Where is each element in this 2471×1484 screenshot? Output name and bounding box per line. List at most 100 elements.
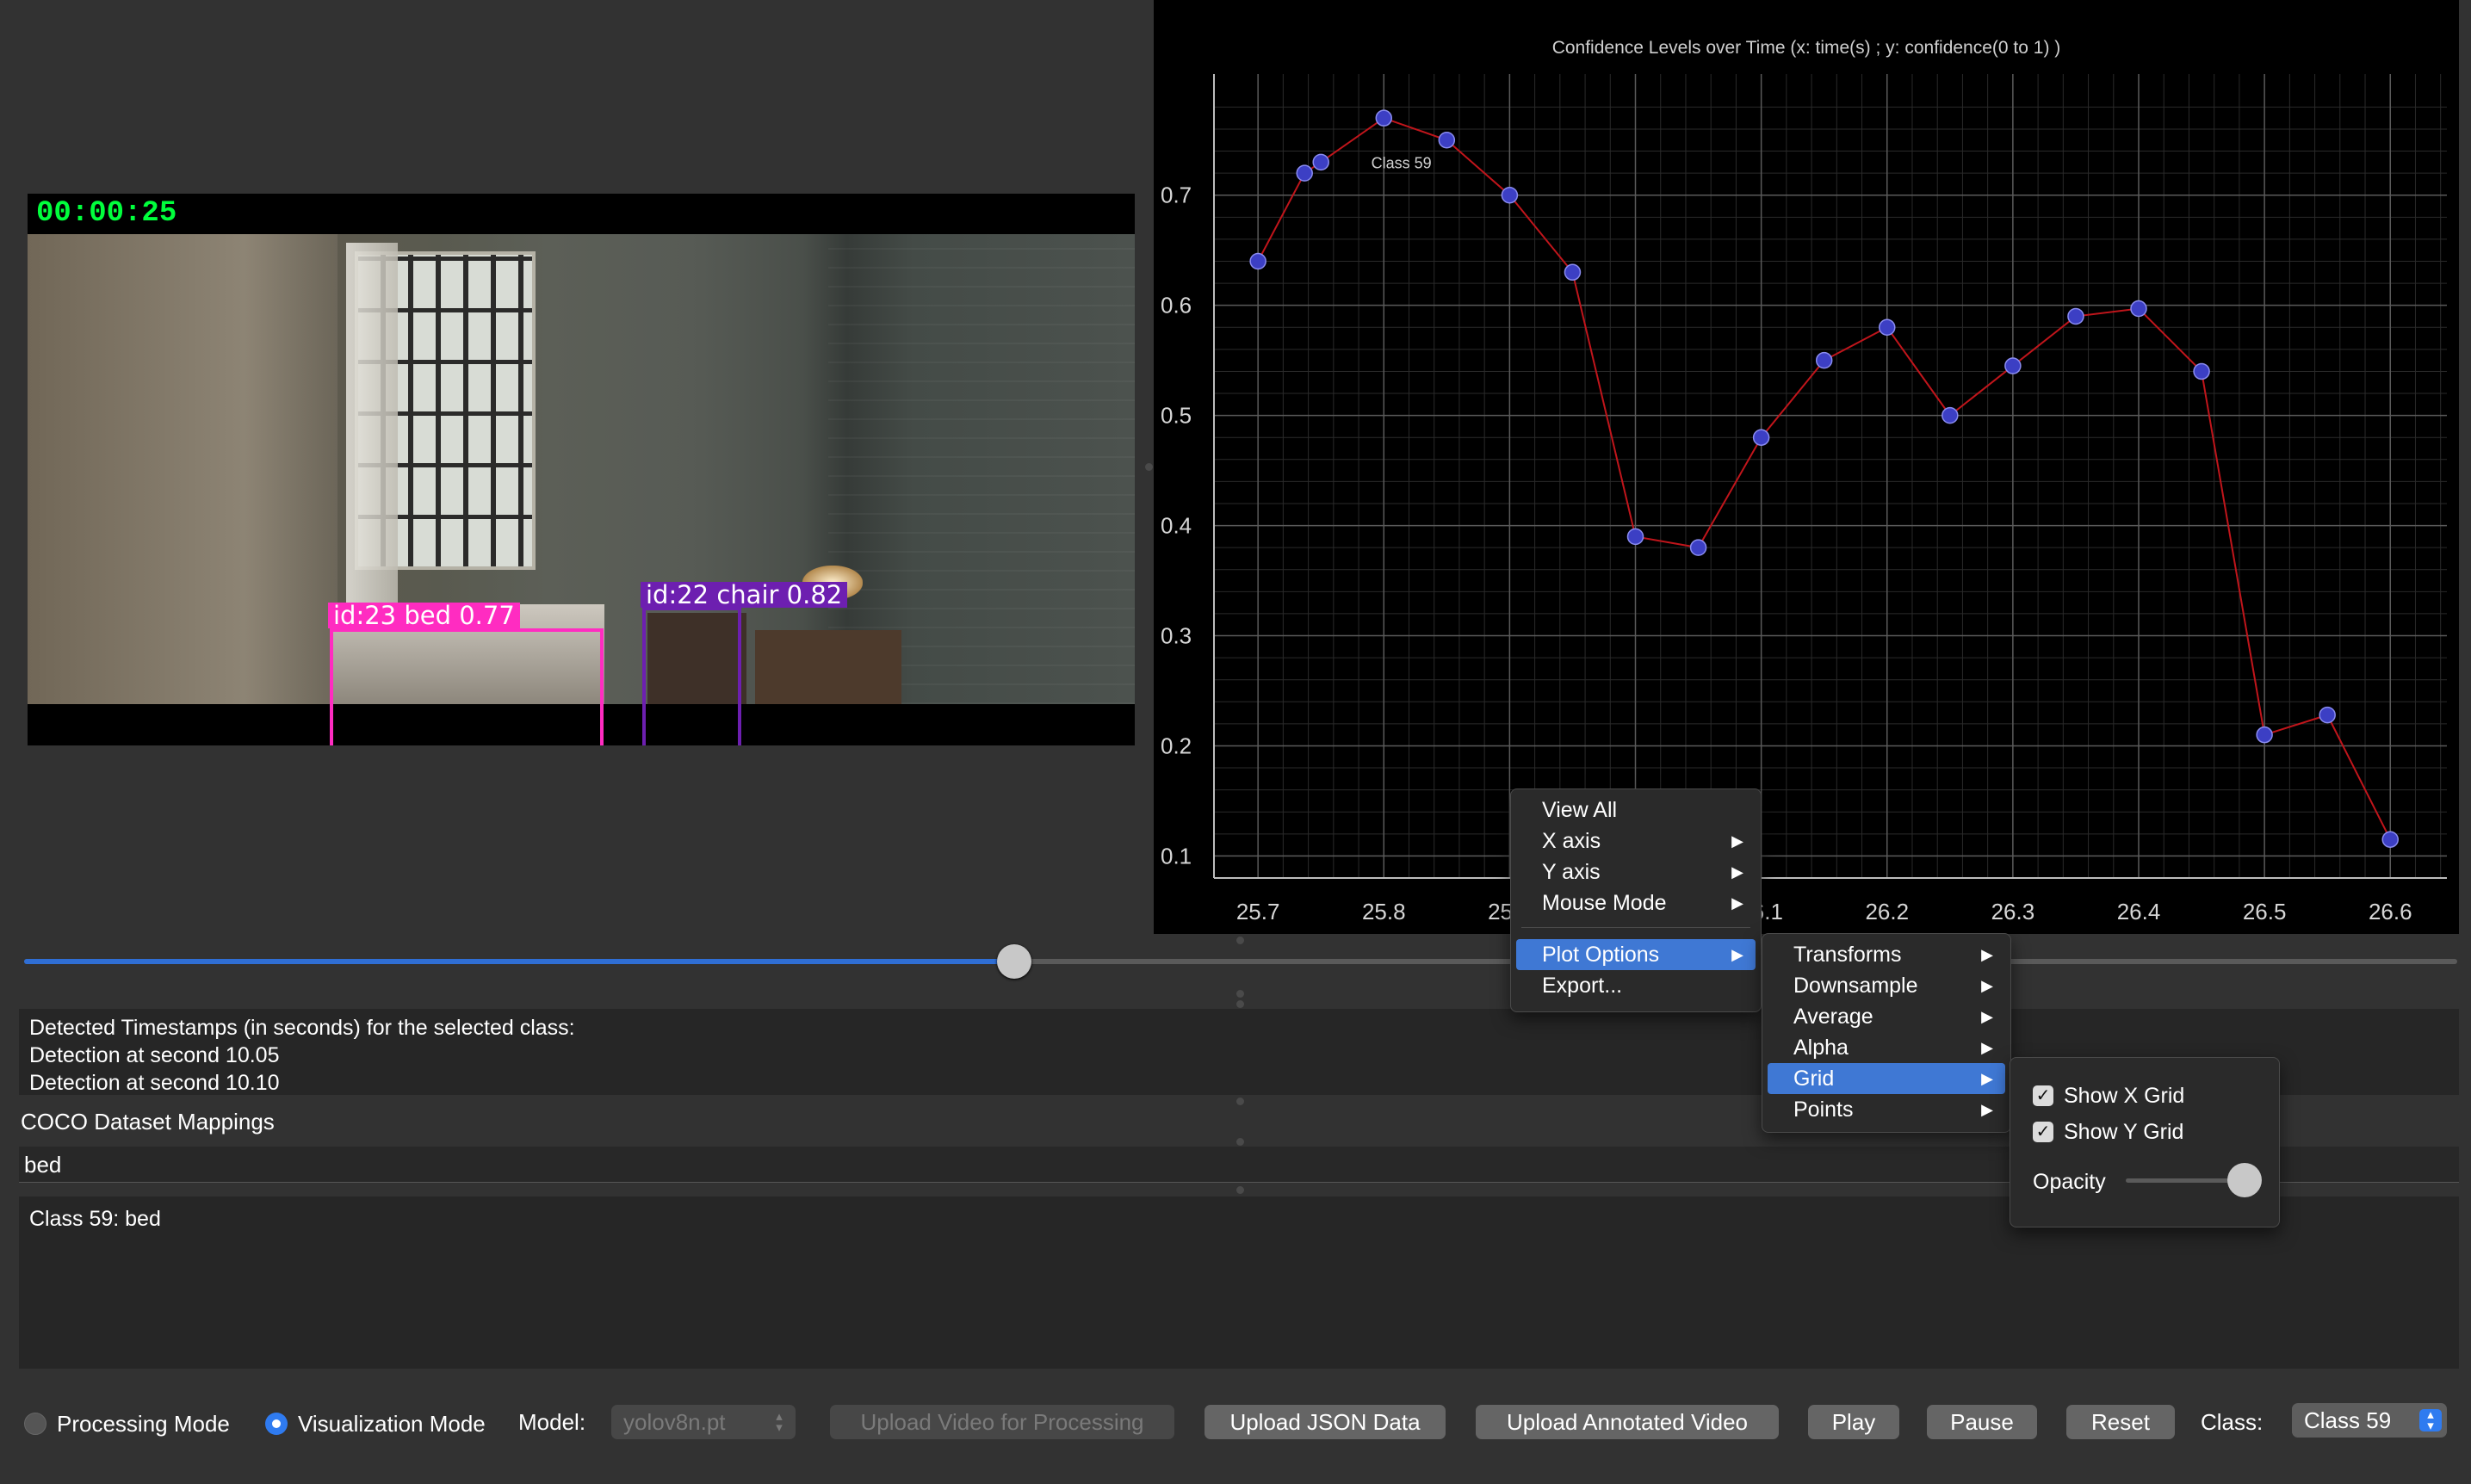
scene-curtain xyxy=(346,243,398,621)
show-y-grid-checkbox[interactable]: ✓ xyxy=(2033,1122,2053,1142)
menu-item-export[interactable]: Export... xyxy=(1516,970,1756,1001)
splitter-handle[interactable] xyxy=(1236,1138,1244,1146)
data-point xyxy=(2004,357,2022,374)
pause-button[interactable]: Pause xyxy=(1927,1405,2037,1439)
menu-item-points[interactable]: Points ▶ xyxy=(1768,1094,2005,1125)
show-y-grid-label[interactable]: Show Y Grid xyxy=(2064,1120,2183,1145)
opacity-slider-handle[interactable] xyxy=(2227,1163,2262,1197)
show-x-grid-label[interactable]: Show X Grid xyxy=(2064,1084,2184,1109)
submenu-arrow-icon: ▶ xyxy=(1981,1101,1993,1118)
menu-item-y-axis[interactable]: Y axis ▶ xyxy=(1516,856,1756,887)
y-tick-label: 0.1 xyxy=(1161,843,1192,869)
upload-annotated-video-button[interactable]: Upload Annotated Video xyxy=(1476,1405,1779,1439)
splitter-handle[interactable] xyxy=(1236,937,1244,944)
coco-mappings-label: COCO Dataset Mappings xyxy=(21,1109,275,1135)
data-point xyxy=(1375,109,1393,127)
data-point xyxy=(2130,300,2147,318)
submenu-arrow-icon: ▶ xyxy=(1731,832,1743,850)
detection-box-bed xyxy=(330,628,604,745)
upload-video-button[interactable]: Upload Video for Processing xyxy=(830,1405,1174,1439)
menu-item-plot-options[interactable]: Plot Options ▶ xyxy=(1516,939,1756,970)
submenu-arrow-icon: ▶ xyxy=(1981,1039,1993,1056)
x-tick-label: 26.3 xyxy=(1991,899,2035,924)
visualization-mode-label[interactable]: Visualization Mode xyxy=(298,1409,486,1438)
data-point xyxy=(1942,406,1959,424)
series-line xyxy=(1257,117,2392,840)
processing-mode-label[interactable]: Processing Mode xyxy=(57,1409,230,1438)
splitter-handle[interactable] xyxy=(1236,990,1244,998)
chart-context-menu: View All X axis ▶ Y axis ▶ Mouse Mode ▶ Plo… xyxy=(1510,788,1762,1012)
class-label: Class: xyxy=(2201,1409,2264,1435)
detection-box-chair xyxy=(642,607,741,745)
menu-item-label: Downsample xyxy=(1793,974,1918,998)
menu-item-average[interactable]: Average ▶ xyxy=(1768,1001,2005,1032)
menu-item-x-axis[interactable]: X axis ▶ xyxy=(1516,825,1756,856)
show-x-grid-checkbox[interactable]: ✓ xyxy=(2033,1085,2053,1106)
submenu-arrow-icon: ▶ xyxy=(1731,946,1743,963)
video-progress-handle[interactable] xyxy=(997,944,1031,979)
splitter-handle[interactable] xyxy=(1236,1186,1244,1194)
class-select-value: Class 59 xyxy=(2304,1407,2392,1433)
data-point xyxy=(2067,307,2084,325)
visualization-mode-radio[interactable] xyxy=(265,1413,288,1435)
y-tick-label: 0.2 xyxy=(1161,733,1192,758)
scene-nightstand xyxy=(755,630,901,704)
menu-item-mouse-mode[interactable]: Mouse Mode ▶ xyxy=(1516,887,1756,918)
menu-item-label: Plot Options xyxy=(1542,943,1660,967)
menu-item-label: Y axis xyxy=(1542,860,1601,884)
menu-item-downsample[interactable]: Downsample ▶ xyxy=(1768,970,2005,1001)
menu-item-grid[interactable]: Grid ▶ xyxy=(1768,1063,2005,1094)
data-point xyxy=(1879,318,1896,337)
confidence-chart[interactable]: 25.725.825.92626.126.226.326.426.526.60.… xyxy=(1154,0,2459,934)
y-tick-label: 0.5 xyxy=(1161,403,1192,429)
menu-item-label: Average xyxy=(1793,1005,1873,1029)
processing-mode-radio[interactable] xyxy=(24,1413,46,1435)
data-point xyxy=(1689,539,1707,556)
menu-item-alpha[interactable]: Alpha ▶ xyxy=(1768,1032,2005,1063)
x-tick-label: 26.6 xyxy=(2369,899,2412,924)
data-point xyxy=(1312,153,1329,171)
submenu-arrow-icon: ▶ xyxy=(1981,946,1993,963)
splitter-handle[interactable] xyxy=(1236,1000,1244,1008)
x-tick-label: 26.4 xyxy=(2117,899,2161,924)
submenu-arrow-icon: ▶ xyxy=(1981,1008,1993,1025)
plot-options-submenu: Transforms ▶ Downsample ▶ Average ▶ Alpha ▶ … xyxy=(1762,933,2011,1133)
data-point xyxy=(1501,186,1519,204)
chart-title: Confidence Levels over Time (x: time(s) … xyxy=(1551,38,2061,58)
y-tick-label: 0.7 xyxy=(1161,182,1192,208)
menu-item-transforms[interactable]: Transforms ▶ xyxy=(1768,939,2005,970)
data-point xyxy=(2381,831,2399,848)
data-point xyxy=(1249,252,1266,270)
menu-item-label: Transforms xyxy=(1793,943,1902,967)
data-point xyxy=(1564,263,1582,281)
menu-item-label: Grid xyxy=(1793,1067,1835,1091)
x-tick-label: 26.5 xyxy=(2243,899,2287,924)
video-progress-fill xyxy=(24,959,1014,964)
splitter-handle[interactable] xyxy=(1236,1098,1244,1105)
x-tick-label: 25.7 xyxy=(1236,899,1280,924)
model-select[interactable]: yolov8n.pt ▴ ▾ xyxy=(611,1405,796,1439)
menu-item-view-all[interactable]: View All xyxy=(1516,795,1756,825)
reset-button[interactable]: Reset xyxy=(2066,1405,2175,1439)
video-timecode: 00:00:25 xyxy=(36,197,177,230)
data-point xyxy=(2319,706,2336,724)
data-point xyxy=(2256,726,2273,744)
splitter-handle[interactable] xyxy=(1145,463,1153,471)
scene-wall-left xyxy=(28,234,338,704)
play-button[interactable]: Play xyxy=(1808,1405,1899,1439)
menu-item-label: Mouse Mode xyxy=(1542,891,1667,915)
submenu-arrow-icon: ▶ xyxy=(1981,977,1993,994)
timestamps-header: Detected Timestamps (in seconds) for the… xyxy=(29,1016,575,1040)
class-select[interactable]: Class 59 ▴ ▾ xyxy=(2292,1403,2447,1438)
menu-item-label: Export... xyxy=(1542,974,1623,998)
model-select-value: yolov8n.pt xyxy=(623,1409,726,1435)
model-label: Model: xyxy=(518,1409,586,1435)
opacity-label: Opacity xyxy=(2033,1170,2106,1194)
chart-panel[interactable]: 25.725.825.92626.126.226.326.426.526.60.… xyxy=(1154,0,2459,934)
series-annotation: Class 59 xyxy=(1372,154,1432,171)
menu-item-label: Alpha xyxy=(1793,1036,1849,1060)
upload-json-button[interactable]: Upload JSON Data xyxy=(1205,1405,1446,1439)
data-point xyxy=(1626,528,1644,546)
submenu-arrow-icon: ▶ xyxy=(1981,1070,1993,1087)
detection-label-bed: id:23 bed 0.77 xyxy=(328,603,520,628)
